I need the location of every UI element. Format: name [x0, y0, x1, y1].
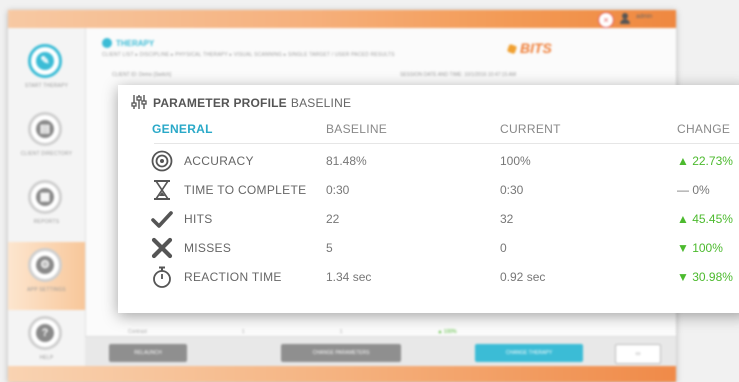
parameter-profile-panel: PARAMETER PROFILE BASELINE GENERAL BASELI… [118, 85, 739, 313]
page-title: THERAPY [116, 39, 155, 48]
change-therapy-button[interactable]: CHANGE THERAPY [475, 344, 583, 362]
column-header-general[interactable]: GENERAL [152, 122, 213, 136]
current-value: 100% [500, 154, 531, 168]
sidebar-item-app-settings[interactable]: ⚙ APP SETTINGS [8, 242, 85, 310]
hourglass-icon [154, 180, 170, 200]
bottom-toolbar: RELAUNCH CHANGE PARAMETERS CHANGE THERAP… [85, 336, 676, 367]
baseline-value: 0:30 [326, 183, 350, 197]
metric-label: HITS [184, 212, 213, 226]
column-header-change: CHANGE [677, 122, 731, 136]
table-row: HITS 22 32 ▲ 45.45% [118, 208, 739, 232]
sliders-icon [131, 95, 147, 109]
breadcrumb[interactable]: CLIENT LIST ▸ DISCIPLINE ▸ PHYSICAL THER… [102, 52, 395, 58]
table-row: TIME TO COMPLETE 0:30 0:30 — 0% [118, 179, 739, 203]
sidebar-item-reports[interactable]: ▦ REPORTS [8, 174, 85, 242]
target-icon [151, 150, 173, 172]
table-row: MISSES 5 0 ▼ 100% [118, 237, 739, 261]
bits-logo: BITS [506, 40, 594, 56]
change-value: ▲ 45.45% [677, 212, 733, 226]
header-divider [154, 143, 739, 144]
sidebar-item-label: HELP [39, 355, 54, 361]
current-value: 0.92 sec [500, 270, 546, 284]
table-row: ACCURACY 81.48% 100% ▲ 22.73% [118, 150, 739, 174]
change-value: ▼ 100% [677, 241, 723, 255]
change-value: ▲ 22.73% [677, 154, 733, 168]
user-icon [620, 13, 630, 24]
keyboard-button[interactable]: ▭ [615, 344, 661, 364]
stopwatch-icon [153, 266, 171, 288]
metric-label: MISSES [184, 241, 232, 255]
footer-bar [8, 366, 676, 382]
gear-icon: ⚙ [36, 256, 54, 274]
table-row: REACTION TIME 1.34 sec 0.92 sec ▼ 30.98% [118, 266, 739, 290]
user-name[interactable]: admin [636, 14, 652, 20]
x-mark-icon [151, 237, 173, 259]
help-icon: ? [36, 324, 54, 342]
session-date: SESSION DATE AND TIME: 10/1/2016 10:47:1… [400, 72, 516, 78]
background-table-row: Contrast 1 1 ▲ 100% [128, 329, 457, 335]
baseline-value: 81.48% [326, 154, 367, 168]
directory-icon: ▤ [36, 120, 54, 138]
sidebar-item-label: REPORTS [33, 219, 60, 225]
reports-icon: ▦ [36, 188, 54, 206]
edit-icon: ✎ [36, 52, 54, 70]
metric-label: TIME TO COMPLETE [184, 183, 307, 197]
panel-title: PARAMETER PROFILE BASELINE [153, 96, 352, 110]
relaunch-button[interactable]: RELAUNCH [109, 344, 187, 362]
metric-label: REACTION TIME [184, 270, 282, 284]
metric-label: ACCURACY [184, 154, 254, 168]
change-value: — 0% [677, 183, 710, 197]
baseline-value: 1.34 sec [326, 270, 372, 284]
client-id: CLIENT ID: Demo [Switch] [112, 72, 172, 78]
sidebar-item-client-directory[interactable]: ▤ CLIENT DIRECTORY [8, 106, 85, 174]
sidebar: ✎ START THERAPY ▤ CLIENT DIRECTORY ▦ REP… [8, 28, 86, 382]
change-parameters-button[interactable]: CHANGE PARAMETERS [281, 344, 401, 362]
sidebar-item-start-therapy[interactable]: ✎ START THERAPY [8, 38, 85, 106]
logo-mark-icon [506, 43, 518, 55]
therapy-icon [102, 38, 112, 48]
column-header-baseline: BASELINE [326, 122, 388, 136]
sidebar-item-label: START THERAPY [24, 83, 69, 89]
close-icon[interactable]: × [598, 12, 614, 28]
baseline-value: 22 [326, 212, 340, 226]
baseline-value: 5 [326, 241, 333, 255]
sidebar-item-label: CLIENT DIRECTORY [20, 151, 73, 157]
current-value: 0:30 [500, 183, 524, 197]
column-header-current: CURRENT [500, 122, 561, 136]
current-value: 32 [500, 212, 514, 226]
checkmark-icon [151, 211, 173, 228]
change-value: ▼ 30.98% [677, 270, 733, 284]
current-value: 0 [500, 241, 507, 255]
sidebar-item-label: APP SETTINGS [27, 287, 66, 293]
top-bar: × admin [8, 10, 676, 28]
